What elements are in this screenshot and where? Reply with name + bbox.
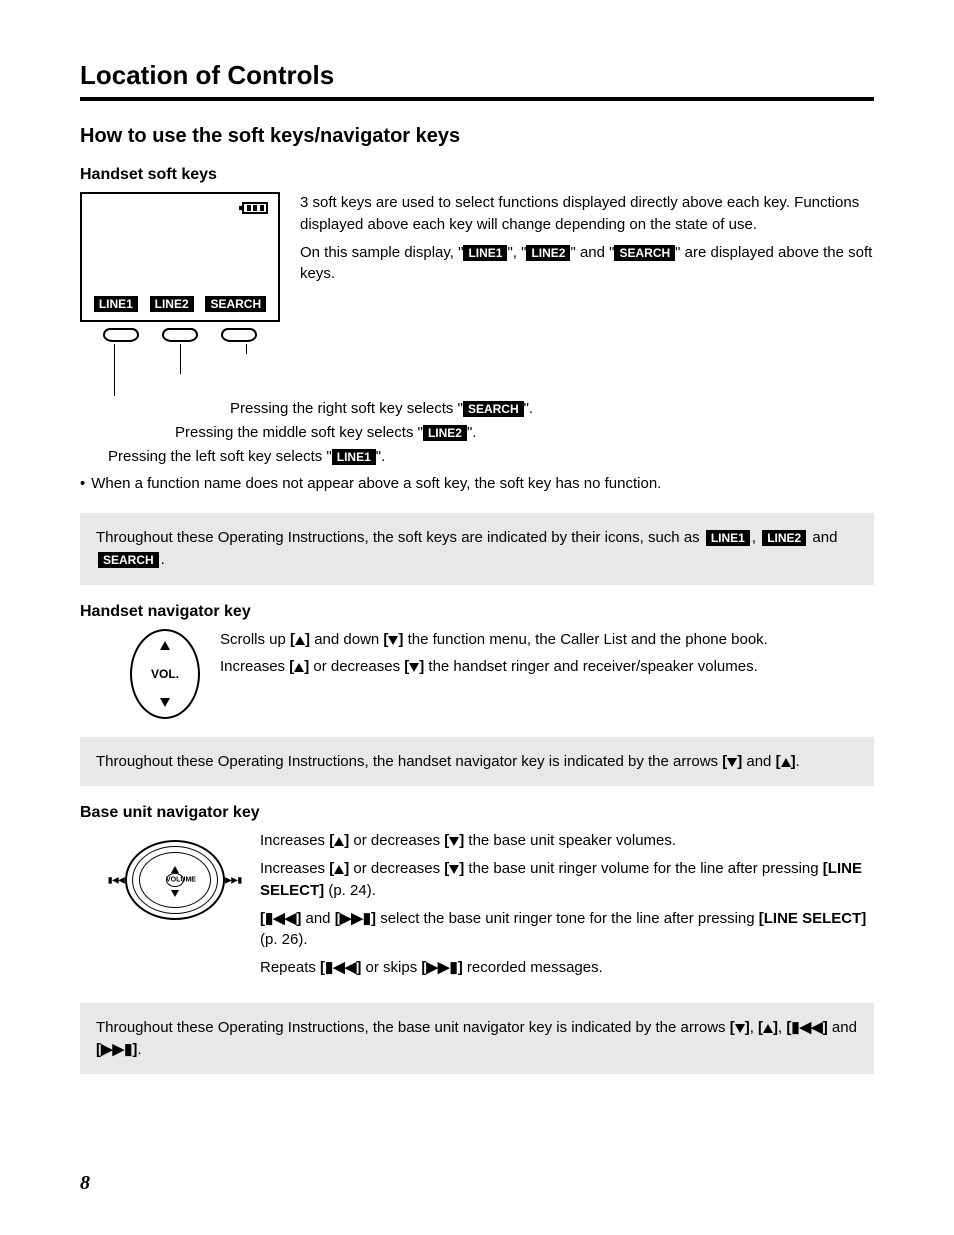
handsetnav-p1: Scrolls up [] and down [] the function m… bbox=[220, 629, 874, 651]
basenav-note: Throughout these Operating Instructions,… bbox=[80, 1003, 874, 1075]
basenav-p4: Repeats [▮◀◀] or skips [▶▶▮] recorded me… bbox=[260, 957, 874, 979]
softkeys-p1: 3 soft keys are used to select functions… bbox=[300, 192, 874, 236]
skip-next-icon: ▶▶▮ bbox=[225, 876, 242, 885]
soft-key-left bbox=[103, 328, 139, 342]
handsetnav-p2: Increases [] or decreases [] the handset… bbox=[220, 656, 874, 678]
handset-navigator-diagram: VOL. bbox=[130, 629, 200, 719]
subsection-handset-nav: Handset navigator key bbox=[80, 603, 874, 621]
softkey-note: Throughout these Operating Instructions,… bbox=[80, 513, 874, 585]
softkeys-p2: On this sample display, "LINE1", "LINE2"… bbox=[300, 242, 874, 286]
basenav-p3: [▮◀◀] and [▶▶▮] select the base unit rin… bbox=[260, 908, 874, 952]
subsection-base-nav: Base unit navigator key bbox=[80, 804, 874, 822]
section-title: How to use the soft keys/navigator keys bbox=[80, 125, 874, 148]
softkey-middle-desc: Pressing the middle soft key selects "LI… bbox=[175, 422, 874, 444]
softkey-right-desc: Pressing the right soft key selects "SEA… bbox=[230, 398, 874, 420]
basenav-p1: Increases [] or decreases [] the base un… bbox=[260, 830, 874, 852]
softkey-label-line1: LINE1 bbox=[94, 296, 138, 312]
handsetnav-note: Throughout these Operating Instructions,… bbox=[80, 737, 874, 787]
page-title: Location of Controls bbox=[80, 60, 874, 101]
vol-label: VOL. bbox=[151, 667, 179, 681]
page-number: 8 bbox=[80, 1172, 90, 1195]
basenav-p2: Increases [] or decreases [] the base un… bbox=[260, 858, 874, 902]
base-navigator-diagram: ▮◀◀ VOLUME ▶▶▮ bbox=[110, 830, 240, 930]
soft-key-middle bbox=[162, 328, 198, 342]
softkey-label-search: SEARCH bbox=[205, 296, 266, 312]
handset-display-diagram: LINE1 LINE2 SEARCH bbox=[80, 192, 280, 396]
up-arrow-icon bbox=[160, 641, 170, 650]
softkey-left-desc: Pressing the left soft key selects "LINE… bbox=[108, 446, 874, 468]
battery-icon bbox=[242, 202, 268, 214]
down-arrow-icon bbox=[160, 698, 170, 707]
subsection-soft-keys: Handset soft keys bbox=[80, 166, 874, 184]
soft-key-right bbox=[221, 328, 257, 342]
softkey-bullet: • When a function name does not appear a… bbox=[80, 473, 874, 495]
skip-prev-icon: ▮◀◀ bbox=[108, 876, 125, 885]
softkey-label-line2: LINE2 bbox=[150, 296, 194, 312]
